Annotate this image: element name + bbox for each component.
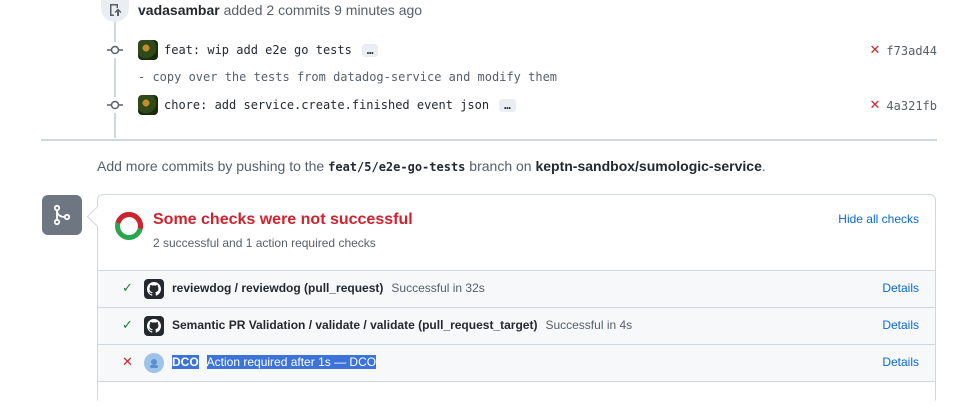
github-logo-icon <box>144 316 164 336</box>
check-name: DCO Action required after 1s — DCO <box>172 355 377 369</box>
commit-dot-icon <box>107 97 123 113</box>
commit-message: feat: wip add e2e go tests … <box>164 43 379 57</box>
success-check-icon: ✓ <box>122 318 133 333</box>
checks-summary: 2 successful and 1 action required check… <box>153 236 376 250</box>
repo-push-icon <box>101 0 129 22</box>
check-row: ✓ Semantic PR Validation / validate / va… <box>98 307 935 344</box>
checks-status-ring-icon <box>115 212 143 240</box>
commit-dot-icon <box>107 42 123 58</box>
check-details-link[interactable]: Details <box>882 281 919 295</box>
commit-sha: ✕ 4a321fb <box>870 98 937 113</box>
check-row: ✓ reviewdog / reviewdog (pull_request) Su… <box>98 270 935 307</box>
push-note-middle: branch on <box>469 158 532 174</box>
timeline-divider <box>41 139 937 141</box>
failure-x-icon[interactable]: ✕ <box>870 43 881 58</box>
check-name: Semantic PR Validation / validate / vali… <box>172 318 632 332</box>
push-event-header: vadasambar added 2 commits 9 minutes ago <box>138 2 422 18</box>
failure-x-icon[interactable]: ✕ <box>870 98 881 113</box>
commit-author-avatar[interactable] <box>138 40 158 60</box>
commit-sha: ✕ f73ad44 <box>870 43 937 58</box>
expand-commit-button[interactable]: … <box>499 99 516 112</box>
failure-x-icon: ✕ <box>122 355 133 370</box>
check-name-text: reviewdog / reviewdog (pull_request) <box>172 281 384 295</box>
repo-name-link[interactable]: keptn-sandbox/sumologic-service <box>535 158 761 174</box>
check-name-text: DCO <box>172 355 199 369</box>
commit-message-link[interactable]: chore: add service.create.finished event… <box>164 98 489 112</box>
expand-commit-button[interactable]: … <box>361 44 379 57</box>
branch-name: feat/5/e2e-go-tests <box>328 160 466 174</box>
check-row <box>98 381 935 418</box>
push-note-prefix: Add more commits by pushing to the <box>97 158 325 174</box>
check-description: Action required after 1s — DCO <box>206 355 377 369</box>
push-note-suffix: . <box>761 158 766 174</box>
push-more-commits-note: Add more commits by pushing to the feat/… <box>97 158 766 174</box>
commit-sha-link[interactable]: 4a321fb <box>886 99 937 113</box>
check-row: ✕ DCO Action required after 1s — DCO Deta… <box>98 344 935 381</box>
push-action-text: added 2 commits 9 minutes ago <box>223 2 423 18</box>
check-details-link[interactable]: Details <box>882 318 919 332</box>
git-merge-icon <box>42 195 82 235</box>
commit-message-link[interactable]: feat: wip add e2e go tests <box>164 43 352 57</box>
check-name-text: Semantic PR Validation / validate / vali… <box>172 318 538 332</box>
commit-message: chore: add service.create.finished event… <box>164 98 516 112</box>
dco-app-icon <box>144 353 164 373</box>
push-user-link[interactable]: vadasambar <box>138 2 220 18</box>
checks-panel: Some checks were not successful 2 succes… <box>97 194 936 418</box>
check-details-link[interactable]: Details <box>882 355 919 369</box>
commit-description: - copy over the tests from datadog-servi… <box>138 70 558 84</box>
check-description: Successful in 4s <box>545 318 633 332</box>
success-check-icon: ✓ <box>122 281 133 296</box>
commit-author-avatar[interactable] <box>138 95 158 115</box>
check-name: reviewdog / reviewdog (pull_request) Succ… <box>172 281 485 295</box>
github-logo-icon <box>144 279 164 299</box>
timeline-line <box>114 20 116 138</box>
check-description: Successful in 32s <box>391 281 485 295</box>
hide-all-checks-link[interactable]: Hide all checks <box>838 212 919 226</box>
checks-title: Some checks were not successful <box>153 211 413 228</box>
commit-sha-link[interactable]: f73ad44 <box>886 44 937 58</box>
